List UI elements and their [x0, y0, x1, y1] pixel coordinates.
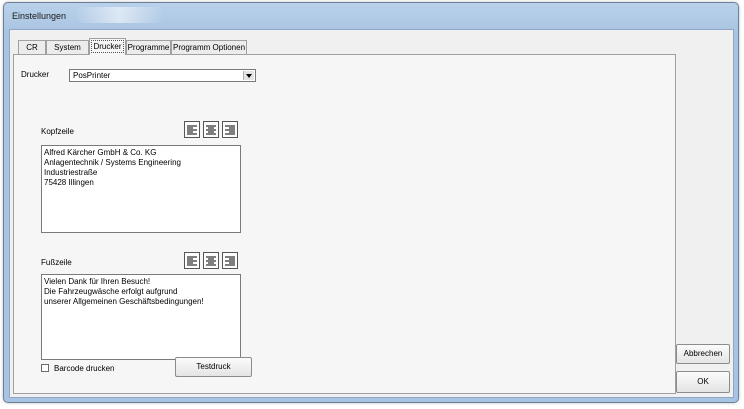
title-bar-glow: [74, 7, 164, 23]
tab-label: CR: [26, 43, 38, 52]
cancel-button[interactable]: Abbrechen: [676, 344, 730, 364]
header-line: Industriestraße: [44, 168, 98, 177]
footer-line: Die Fahrzeugwäsche erfolgt aufgrund: [44, 287, 178, 296]
align-center-icon[interactable]: [203, 121, 219, 138]
printer-label: Drucker: [21, 70, 50, 79]
title-bar[interactable]: Einstellungen: [4, 3, 738, 29]
footer-label: Fußzeile: [41, 258, 72, 267]
printer-select[interactable]: PosPrinter: [69, 69, 256, 82]
window-title: Einstellungen: [12, 11, 67, 21]
tab-programm-optionen[interactable]: Programm Optionen: [171, 40, 247, 54]
tab-cr[interactable]: CR: [18, 40, 46, 54]
footer-line: unserer Allgemeinen Geschäftsbedingungen…: [44, 297, 204, 306]
dialog-client-area: CR System Drucker Programme Programm Opt…: [9, 29, 734, 398]
tab-label: System: [54, 43, 81, 52]
header-label: Kopfzeile: [41, 127, 74, 136]
align-right-icon[interactable]: [222, 121, 238, 138]
tab-drucker[interactable]: Drucker: [89, 38, 126, 55]
align-left-icon[interactable]: [184, 252, 200, 269]
tab-label: Drucker: [93, 42, 122, 51]
header-line: Anlagentechnik / Systems Engineering: [44, 158, 181, 167]
settings-window: Einstellungen CR System Drucker Programm…: [3, 2, 739, 403]
footer-line: Vielen Dank für Ihren Besuch!: [44, 277, 151, 286]
barcode-checkbox[interactable]: [41, 364, 49, 372]
printer-select-value: PosPrinter: [73, 71, 111, 80]
tab-programme[interactable]: Programme: [126, 40, 171, 54]
tab-label: Programme: [127, 43, 170, 52]
align-left-icon[interactable]: [184, 121, 200, 138]
tab-system[interactable]: System: [46, 40, 89, 54]
align-right-icon[interactable]: [222, 252, 238, 269]
header-line: Alfred Kärcher GmbH & Co. KG: [44, 148, 157, 157]
test-print-button[interactable]: Testdruck: [175, 357, 252, 377]
ok-button[interactable]: OK: [676, 371, 730, 393]
chevron-down-icon[interactable]: [243, 71, 254, 80]
printer-tab-panel: Drucker PosPrinter Kopfzeile Alfred Kärc…: [13, 54, 676, 394]
align-center-icon[interactable]: [203, 252, 219, 269]
header-textarea[interactable]: Alfred Kärcher GmbH & Co. KG Anlagentech…: [41, 145, 241, 233]
footer-textarea[interactable]: Vielen Dank für Ihren Besuch! Die Fahrze…: [41, 274, 241, 360]
tab-label: Programm Optionen: [172, 43, 246, 52]
header-line: 75428 Illingen: [44, 178, 94, 187]
barcode-label: Barcode drucken: [54, 364, 115, 373]
